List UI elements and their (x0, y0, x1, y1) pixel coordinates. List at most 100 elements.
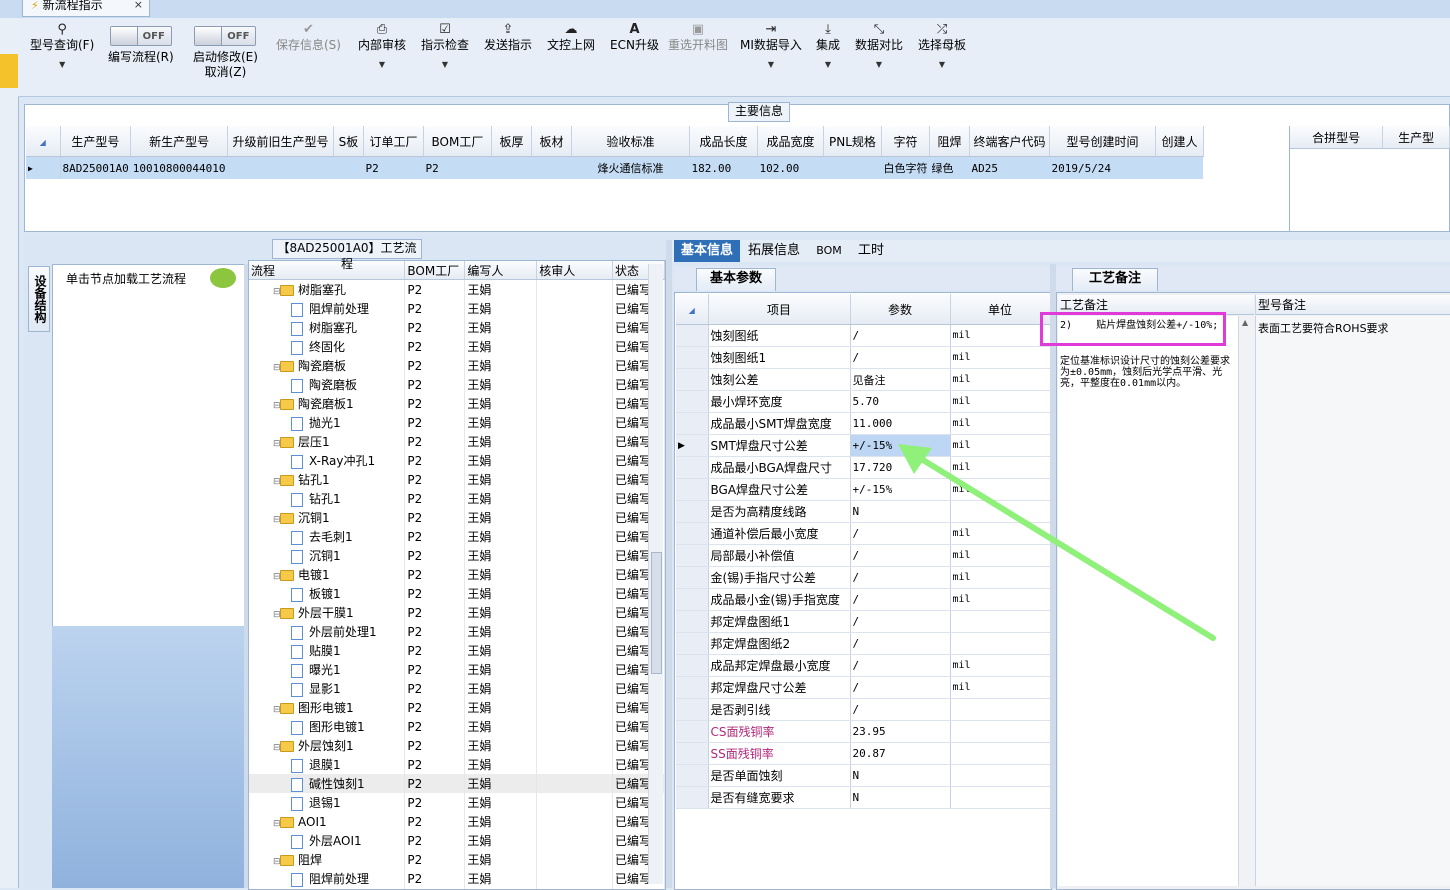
tree-row[interactable]: 终固化 P2 王娟 已编写 (249, 337, 665, 356)
table-row[interactable]: ▶ 8AD25001A0 10010800044010 P2 P2 烽火通信标准 182.… (26, 156, 1204, 179)
write-flow-button[interactable]: OFF 编写流程(R) (108, 26, 174, 65)
tree-node[interactable]: 板镀1 (249, 584, 406, 603)
tree-node[interactable]: X-Ray冲孔1 (249, 451, 406, 470)
tree-row[interactable]: ⊟ 电镀1 P2 王娟 已编写 (249, 565, 665, 584)
param-value[interactable]: 23.95 (850, 720, 951, 743)
param-value[interactable]: N (850, 764, 951, 787)
table-cell[interactable]: P2 (363, 156, 424, 179)
table-cell[interactable]: 2019/5/24 (1049, 156, 1156, 179)
column-header[interactable]: 成品宽度 (757, 126, 824, 157)
start-modify-button[interactable]: OFF 启动修改(E) 取消(Z) (193, 26, 258, 80)
tree-node[interactable]: ⊟ 外层干膜1 (249, 603, 406, 622)
tree-node[interactable]: 抛光1 (249, 413, 406, 432)
tree-row[interactable]: ⊟ 树脂塞孔 P2 王娟 已编写 (249, 279, 665, 299)
tree-row[interactable]: 外层AOI1 P2 王娟 已编写 (249, 831, 665, 850)
tree-node[interactable]: 去毛刺1 (249, 527, 406, 546)
param-row[interactable]: 最小焊环宽度 5.70 mil (676, 390, 1050, 413)
tree-node[interactable]: 外层前处理1 (249, 622, 406, 641)
process-scrollbar[interactable] (648, 264, 663, 884)
tree-node[interactable]: 陶瓷磨板 (249, 375, 406, 394)
tree-node[interactable]: ⊟ 图形电镀1 (249, 698, 406, 717)
column-header[interactable]: 生产型 (1382, 126, 1450, 149)
table-cell[interactable] (491, 156, 532, 179)
param-value[interactable]: 5.70 (850, 390, 951, 413)
side-tab-device-structure[interactable]: 设备结构 (28, 266, 50, 332)
column-header[interactable]: 创建人 (1155, 126, 1204, 157)
param-row[interactable]: 邦定焊盘尺寸公差 / mil (676, 676, 1050, 699)
reselect-image-button[interactable]: ▣ 重选开料图 (668, 22, 728, 53)
splitter-left[interactable] (244, 264, 248, 888)
tree-row[interactable]: 板镀1 P2 王娟 已编写 (249, 584, 665, 603)
param-value[interactable]: / (850, 698, 951, 721)
tree-row[interactable]: 曝光1 P2 王娟 已编写 (249, 660, 665, 679)
chevron-down-icon[interactable]: ▼ (358, 57, 406, 72)
chevron-down-icon[interactable]: ▼ (918, 57, 966, 72)
tree-row[interactable]: X-Ray冲孔1 P2 王娟 已编写 (249, 451, 665, 470)
tree-node[interactable]: 曝光1 (249, 660, 406, 679)
note-scrollbar[interactable]: ▲ (1238, 316, 1255, 886)
tree-row[interactable]: ⊟ 图形电镀1 P2 王娟 已编写 (249, 698, 665, 717)
column-header[interactable]: 终端客户代码 (969, 126, 1050, 157)
collapse-icon[interactable]: ⊟ (273, 819, 281, 829)
tree-row[interactable]: ⊟ AOI1 P2 王娟 已编写 (249, 812, 665, 831)
table-cell[interactable]: 10010800044010 (130, 156, 228, 179)
column-header[interactable]: 字符 (881, 126, 930, 157)
tree-node[interactable]: ⊟ 陶瓷磨板 (249, 356, 406, 375)
tree-node[interactable]: 外层AOI1 (249, 831, 406, 850)
param-row[interactable]: 成品邦定焊盘最小宽度 / mil (676, 654, 1050, 677)
tree-row[interactable]: 显影1 P2 王娟 已编写 (249, 679, 665, 698)
scrollbar-thumb[interactable] (651, 552, 662, 674)
column-header[interactable]: 板厚 (491, 126, 532, 157)
tree-row[interactable]: ⊟ 外层蚀刻1 P2 王娟 已编写 (249, 736, 665, 755)
table-cell[interactable]: 182.00 (689, 156, 758, 179)
param-value[interactable]: / (850, 676, 951, 699)
collapse-icon[interactable]: ⊟ (273, 572, 281, 582)
chevron-down-icon[interactable]: ▼ (30, 57, 94, 72)
collapse-icon[interactable]: ⊟ (273, 287, 281, 297)
tree-node[interactable]: 退膜1 (249, 755, 406, 774)
column-header[interactable]: 项目 (708, 294, 851, 325)
close-icon[interactable]: × (134, 0, 143, 13)
tree-row[interactable]: 阻焊前处理 P2 王娟 已编写 (249, 869, 665, 888)
tree-node[interactable]: 退锡1 (249, 793, 406, 812)
tree-node[interactable]: ⊟ 层压1 (249, 432, 406, 451)
tree-node[interactable]: 树脂塞孔 (249, 318, 406, 337)
param-row[interactable]: CS面残铜率 23.95 (676, 720, 1050, 743)
column-header[interactable]: 型号创建时间 (1049, 126, 1156, 157)
table-cell[interactable]: 8AD25001A0 (60, 156, 131, 179)
tree-node[interactable]: 显影1 (249, 679, 406, 698)
tree-node[interactable]: 贴膜1 (249, 641, 406, 660)
column-header[interactable]: 生产型号 (60, 126, 132, 157)
tree-row[interactable]: 钻孔1 P2 王娟 已编写 (249, 489, 665, 508)
table-cell[interactable]: 白色字符 (881, 156, 930, 179)
tree-node[interactable]: ⊟ 电镀1 (249, 565, 406, 584)
table-cell[interactable] (1155, 156, 1204, 179)
param-value[interactable]: / (850, 324, 951, 347)
select-master-button[interactable]: ⤮ 选择母板 ▼ (918, 22, 966, 72)
table-cell[interactable]: AD25 (969, 156, 1050, 179)
tree-node[interactable]: ⊟ 树脂塞孔 (249, 279, 406, 299)
table-cell[interactable] (531, 156, 572, 179)
tree-row[interactable]: 退锡1 P2 王娟 已编写 (249, 793, 665, 812)
column-header[interactable]: 单位 (950, 294, 1051, 325)
column-header[interactable]: 验收标准 (571, 126, 690, 157)
column-header[interactable]: 阻焊 (929, 126, 970, 157)
column-header[interactable]: 参数 (850, 294, 951, 325)
left-edge-highlight[interactable] (0, 54, 18, 88)
tree-node[interactable]: 图形电镀1 (249, 717, 406, 736)
param-row[interactable]: 蚀刻图纸1/mil (676, 346, 1050, 369)
column-header[interactable]: 订单工厂 (363, 126, 424, 157)
param-value[interactable]: / (850, 654, 951, 677)
tree-row[interactable]: ⊟ 陶瓷磨板 P2 王娟 已编写 (249, 356, 665, 375)
column-header[interactable]: 成品长度 (689, 126, 758, 157)
column-header[interactable]: PNL规格 (823, 126, 882, 157)
tree-node[interactable]: ⊟ AOI1 (249, 812, 406, 831)
tree-row[interactable]: 去毛刺1 P2 王娟 已编写 (249, 527, 665, 546)
tab-basic-params[interactable]: 基本参数 (696, 268, 776, 291)
column-header[interactable]: 编写人 (464, 261, 538, 280)
tree-node[interactable]: 终固化 (249, 337, 406, 356)
tree-row[interactable]: 外层前处理1 P2 王娟 已编写 (249, 622, 665, 641)
chevron-down-icon[interactable]: ▼ (421, 57, 469, 72)
column-header[interactable]: 升级前旧生产型号 (227, 126, 334, 157)
param-row[interactable]: SS面残铜率 20.87 (676, 742, 1050, 765)
